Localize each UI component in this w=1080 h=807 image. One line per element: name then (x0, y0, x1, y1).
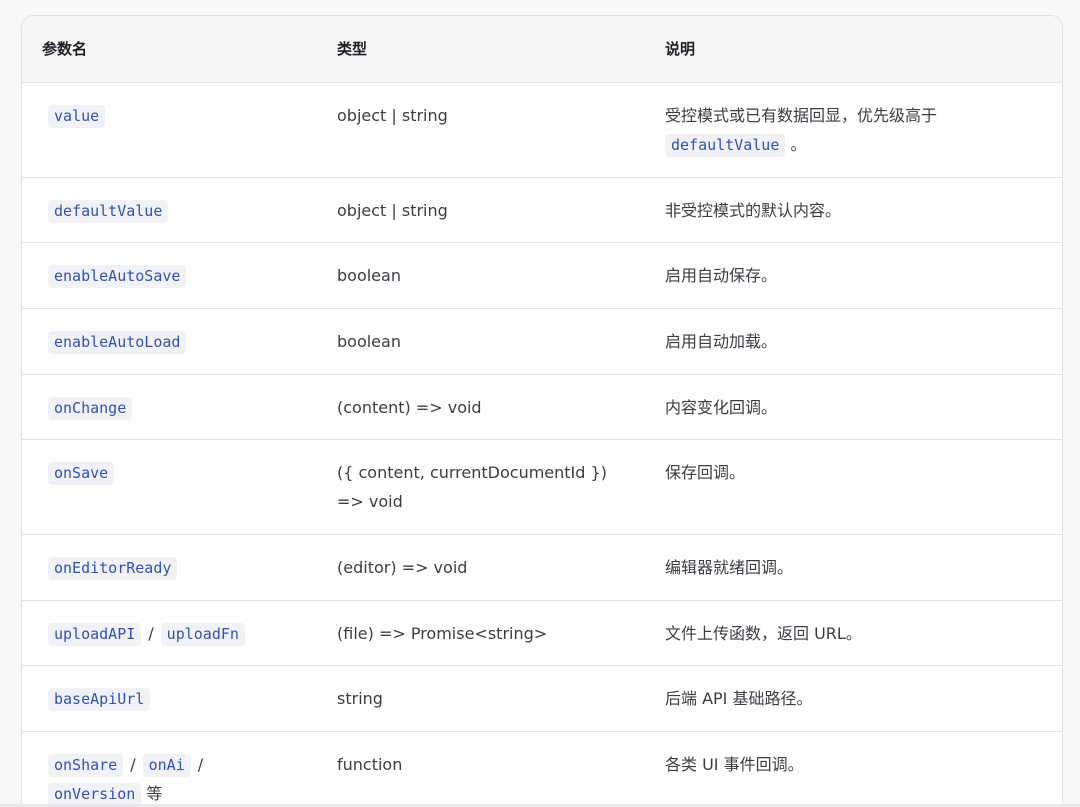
param-type-cell: boolean (337, 265, 401, 285)
table-row: value object | string 受控模式或已有数据回显，优先级高于 … (22, 82, 1062, 177)
param-name-suffix: 等 (146, 783, 163, 803)
table-row: onEditorReady (editor) => void 编辑器就绪回调。 (22, 534, 1062, 600)
param-name-code: onChange (48, 396, 133, 420)
param-type-cell: function (337, 754, 403, 774)
param-desc-cell: 文件上传函数，返回 URL。 (665, 623, 862, 643)
param-desc-cell: 各类 UI 事件回调。 (665, 754, 804, 774)
table-row: defaultValue object | string 非受控模式的默认内容。 (22, 177, 1062, 242)
param-name-cell: uploadAPI / uploadFn (22, 600, 317, 665)
param-name-code-alt: onVersion (48, 782, 142, 806)
param-name-code: onSave (48, 461, 115, 485)
param-name-separator: / (148, 623, 154, 643)
param-name-code: value (48, 104, 106, 128)
param-desc-cell: 启用自动加载。 (665, 331, 778, 351)
param-name-code: enableAutoSave (48, 264, 187, 288)
param-desc-cell: 编辑器就绪回调。 (665, 557, 794, 577)
props-table-card: 参数名 类型 说明 value object | string 受控模式或已有数… (21, 15, 1063, 807)
param-desc-cell: 保存回调。 (665, 462, 746, 482)
table-row: onSave ({ content, currentDocumentId }) … (22, 439, 1062, 534)
param-name-separator: / (197, 754, 204, 774)
table-row: enableAutoLoad boolean 启用自动加载。 (22, 308, 1062, 374)
param-name-cell: defaultValue (22, 177, 317, 242)
param-name-cell: onShare / onAi / onVersion 等 (22, 731, 317, 807)
param-name-code-alt: onAi (142, 753, 191, 777)
param-name-code: onShare (48, 753, 124, 777)
param-type-cell: (file) => Promise<string> (337, 623, 548, 643)
param-type-cell: object | string (337, 105, 448, 125)
param-name-cell: enableAutoLoad (22, 308, 317, 374)
param-name-cell: onEditorReady (22, 534, 317, 600)
param-name-cell: value (22, 82, 317, 177)
header-type: 类型 (337, 40, 368, 59)
header-description: 说明 (665, 40, 696, 59)
param-type-cell: boolean (337, 331, 401, 351)
param-name-code: enableAutoLoad (48, 330, 187, 354)
param-type-cell: (content) => void (337, 397, 482, 417)
param-type-cell: ({ content, currentDocumentId }) => void (337, 462, 607, 511)
param-name-code: baseApiUrl (48, 687, 151, 711)
docs-page: 参数名 类型 说明 value object | string 受控模式或已有数… (0, 0, 1080, 807)
param-name-code-alt: uploadFn (160, 622, 245, 646)
table-row: baseApiUrl string 后端 API 基础路径。 (22, 665, 1062, 731)
param-name-cell: onChange (22, 374, 317, 439)
props-table: 参数名 类型 说明 value object | string 受控模式或已有数… (22, 16, 1062, 807)
param-type-cell: string (337, 688, 383, 708)
param-name-cell: enableAutoSave (22, 242, 317, 308)
table-header-row: 参数名 类型 说明 (22, 16, 1062, 82)
param-name-cell: baseApiUrl (22, 665, 317, 731)
param-name-code: uploadAPI (48, 622, 142, 646)
param-type-cell: object | string (337, 200, 448, 220)
param-desc-code: defaultValue (665, 133, 786, 157)
param-desc-cell: 非受控模式的默认内容。 (665, 200, 842, 220)
table-row: enableAutoSave boolean 启用自动保存。 (22, 242, 1062, 308)
param-desc-text: 受控模式或已有数据回显，优先级高于 (665, 105, 938, 125)
param-name-separator: / (130, 754, 136, 774)
param-desc-cell: 启用自动保存。 (665, 265, 778, 285)
header-param-name: 参数名 (42, 40, 88, 59)
param-desc-cell: 内容变化回调。 (665, 397, 778, 417)
param-desc-cell: 后端 API 基础路径。 (665, 688, 813, 708)
table-row: onShare / onAi / onVersion 等 function 各类 UI … (22, 731, 1062, 807)
param-name-code: onEditorReady (48, 556, 178, 580)
table-row: uploadAPI / uploadFn (file) => Promise<str… (22, 600, 1062, 665)
param-desc-suffix: 。 (785, 134, 807, 154)
param-name-cell: onSave (22, 439, 317, 534)
param-type-cell: (editor) => void (337, 557, 468, 577)
param-desc-cell: 受控模式或已有数据回显，优先级高于 defaultValue 。 (644, 82, 1062, 177)
param-name-code: defaultValue (48, 199, 169, 223)
table-row: onChange (content) => void 内容变化回调。 (22, 374, 1062, 439)
